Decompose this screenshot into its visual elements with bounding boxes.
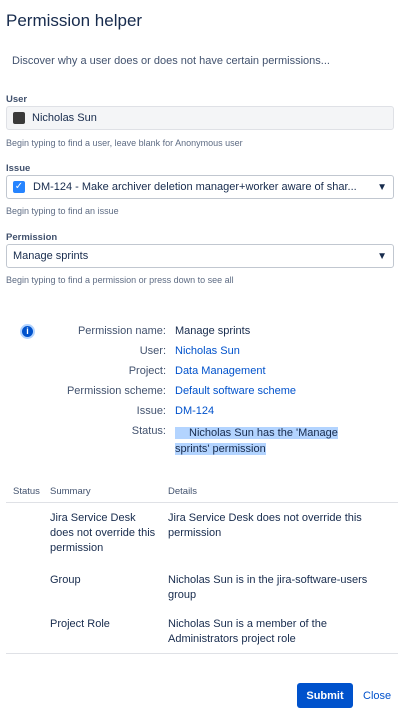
status-line-2: sprints' permission: [175, 443, 266, 455]
table-divider: [6, 653, 398, 654]
info-key: Permission scheme:: [66, 385, 166, 397]
info-icon: i: [20, 324, 35, 339]
issue-field-value: DM-124 - Make archiver deletion manager+…: [33, 181, 357, 193]
user-label: User: [6, 94, 28, 105]
avatar: [13, 112, 25, 124]
table-row-summary: Group: [50, 574, 81, 586]
info-key: Issue:: [136, 405, 166, 417]
project-link[interactable]: Data Management: [175, 365, 266, 377]
issue-hint: Begin typing to find an issue: [6, 206, 119, 216]
status-message: Nicholas Sun has the 'Manage sprints' pe…: [175, 425, 347, 457]
info-key: Permission name:: [77, 325, 166, 337]
chevron-down-icon[interactable]: ▼: [377, 251, 387, 262]
info-value: Manage sprints: [175, 325, 251, 337]
info-key: Project:: [128, 365, 166, 377]
table-row-details: Jira Service Desk does not override this…: [168, 512, 362, 539]
submit-button[interactable]: Submit: [297, 683, 353, 708]
info-key: User:: [139, 345, 166, 357]
issue-field[interactable]: ✓ DM-124 - Make archiver deletion manage…: [6, 175, 394, 199]
user-field-value: Nicholas Sun: [32, 112, 97, 124]
table-row-summary: Jira Service Desk does not override this…: [50, 512, 156, 554]
table-row-details: Nicholas Sun is in the jira-software-use…: [168, 574, 368, 601]
permission-select[interactable]: Manage sprints ▼: [6, 244, 394, 268]
scheme-link[interactable]: Default software scheme: [175, 385, 296, 397]
close-link[interactable]: Close: [363, 683, 391, 708]
chevron-down-icon[interactable]: ▼: [377, 182, 387, 193]
issue-link[interactable]: DM-124: [175, 405, 214, 417]
permission-label: Permission: [6, 232, 58, 243]
user-field[interactable]: Nicholas Sun: [6, 106, 394, 130]
user-link[interactable]: Nicholas Sun: [175, 345, 240, 357]
table-row-summary: Project Role: [50, 618, 110, 630]
permission-hint: Begin typing to find a permission or pre…: [6, 275, 234, 285]
permission-select-value: Manage sprints: [13, 250, 89, 262]
column-header-status: Status: [13, 486, 40, 497]
table-row-details: Nicholas Sun is a member of the Administ…: [168, 618, 327, 645]
column-header-summary: Summary: [50, 486, 91, 497]
info-key: Status:: [131, 425, 166, 437]
status-line-1: Nicholas Sun has the 'Manage: [175, 427, 338, 439]
table-divider: [6, 502, 398, 503]
dialog-title: Permission helper: [6, 11, 143, 30]
issue-label: Issue: [6, 163, 31, 174]
user-hint: Begin typing to find a user, leave blank…: [6, 138, 243, 148]
column-header-details: Details: [168, 486, 198, 497]
dialog-description: Discover why a user does or does not hav…: [12, 55, 330, 67]
checkbox-icon: ✓: [13, 181, 25, 193]
